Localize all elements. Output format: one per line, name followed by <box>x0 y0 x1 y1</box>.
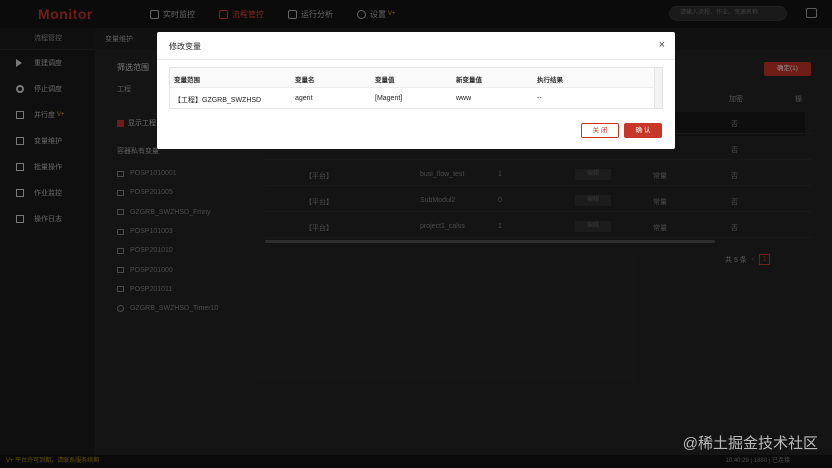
modal-header: 修改变量 × <box>157 32 675 60</box>
cell-name: agent <box>295 95 313 102</box>
close-icon[interactable]: × <box>659 39 665 51</box>
column-header: 执行结果 <box>537 77 563 84</box>
cell-result: -- <box>537 95 542 102</box>
table-row: 【工程】GZGRB_SWZHSD agent [Magent] www -- <box>170 89 662 109</box>
confirm-modal-button[interactable]: 确 认 <box>624 123 662 138</box>
edit-variable-modal: 修改变量 × 变量范围 变量名 变量值 新变量值 执行结果 【工程】GZGRB_… <box>157 32 675 149</box>
cell-new-value: www <box>456 95 472 102</box>
column-header: 变量名 <box>295 77 315 84</box>
column-header: 变量值 <box>375 77 395 84</box>
cell-value: [Magent] <box>375 95 403 102</box>
modal-table: 变量范围 变量名 变量值 新变量值 执行结果 【工程】GZGRB_SWZHSD … <box>169 67 663 109</box>
column-header: 新变量值 <box>456 77 482 84</box>
modal-title: 修改变量 <box>169 42 201 51</box>
vertical-scrollbar[interactable] <box>654 68 662 108</box>
table-header-row: 变量范围 变量名 变量值 新变量值 执行结果 <box>170 68 662 88</box>
watermark: @稀土掘金技术社区 <box>682 435 818 452</box>
column-header: 变量范围 <box>174 77 200 84</box>
close-button[interactable]: 关 闭 <box>581 123 619 138</box>
cell-scope: 【工程】GZGRB_SWZHSD <box>174 97 262 104</box>
